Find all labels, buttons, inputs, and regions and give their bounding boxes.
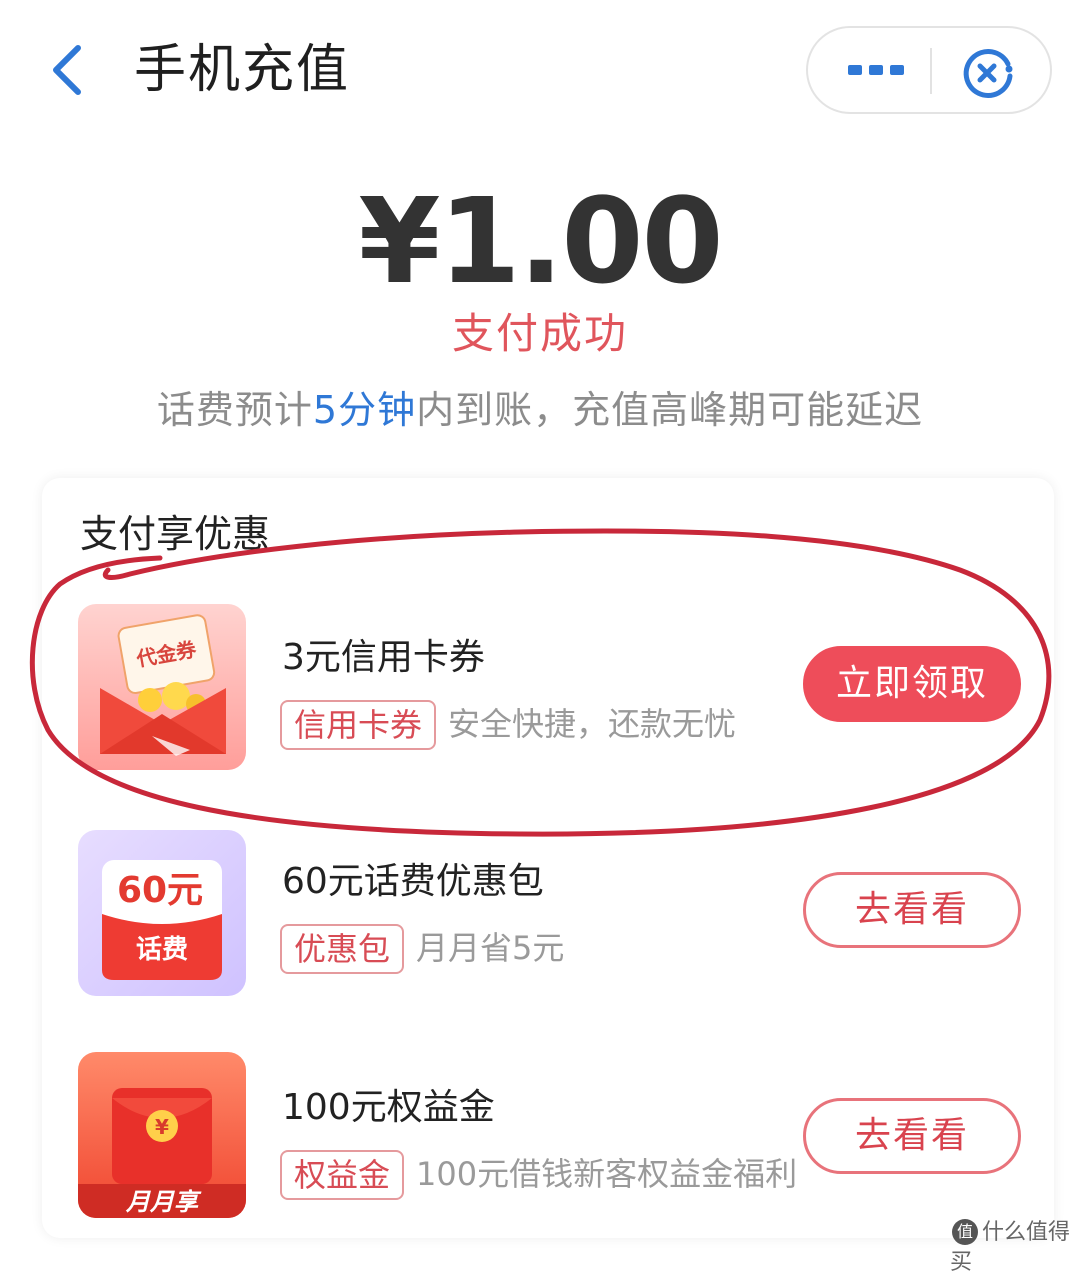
more-icon[interactable]: [846, 62, 906, 78]
phone-bill-package-icon: 60元 话费: [78, 830, 246, 996]
promo-title-credit-coupon: 3元信用卡券: [282, 637, 485, 678]
view-benefit-button[interactable]: 去看看: [803, 1098, 1021, 1174]
note-prefix: 话费预计: [156, 388, 313, 432]
claim-now-button[interactable]: 立即领取: [803, 646, 1021, 722]
envelope-icon-label: 月月享: [125, 1188, 202, 1216]
coupon-envelope-icon: 代金券: [78, 604, 246, 770]
promo-tag-phone-package: 优惠包: [280, 924, 405, 974]
package-icon-label: 话费: [136, 935, 188, 965]
promo-tag-benefit-fund: 权益金: [280, 1150, 405, 1200]
promo-desc-phone-package: 月月省5元: [416, 929, 565, 967]
payment-amount: ¥1.00: [358, 172, 723, 310]
red-envelope-icon: ¥ 月月享: [78, 1052, 246, 1218]
payment-status: 支付成功: [451, 309, 628, 358]
arrival-note: 话费预计5分钟内到账，充值高峰期可能延迟: [0, 384, 1080, 436]
note-suffix: 内到账，充值高峰期可能延迟: [416, 388, 924, 432]
back-arrow-icon[interactable]: [44, 40, 94, 100]
promo-desc-credit-coupon: 安全快捷，还款无忧: [448, 705, 737, 743]
page-title: 手机充值: [134, 40, 351, 100]
capsule-divider: [930, 48, 932, 94]
watermark: 什么值得买: [950, 1218, 1080, 1278]
promo-title-phone-package: 60元话费优惠包: [282, 861, 544, 902]
promo-desc-benefit-fund: 100元借钱新客权益金福利: [416, 1155, 798, 1193]
mini-program-capsule: [806, 26, 1052, 114]
promotions-title: 支付享优惠: [80, 512, 271, 556]
promo-title-benefit-fund: 100元权益金: [282, 1087, 495, 1128]
package-icon-amount: 60元: [117, 870, 203, 911]
envelope-icon-coin: ¥: [155, 1115, 169, 1139]
note-time-highlight: 5分钟: [312, 388, 417, 432]
view-package-button[interactable]: 去看看: [803, 872, 1021, 948]
close-mini-program-icon[interactable]: [960, 46, 1016, 102]
watermark-text: 什么值得买: [950, 1220, 1071, 1275]
promo-tag-credit-coupon: 信用卡券: [280, 700, 437, 750]
